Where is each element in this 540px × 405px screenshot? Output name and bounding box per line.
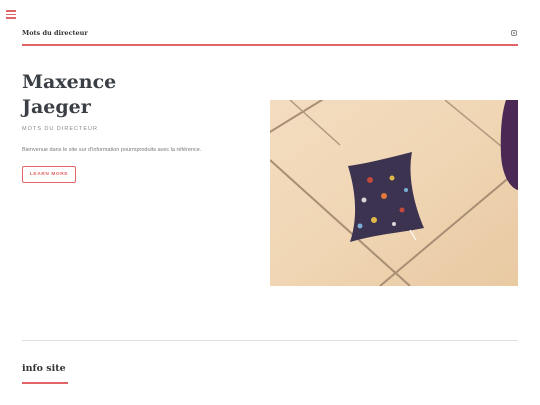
hero-name-last: Jaeger [22, 96, 91, 118]
section-divider [22, 340, 518, 341]
hero-heading: Maxence Jaeger [22, 70, 222, 120]
cushion-on-tiles-image [270, 100, 518, 286]
header-divider [22, 44, 518, 46]
site-title[interactable]: Mots du directeur [22, 29, 88, 37]
hero-name-first: Maxence [22, 71, 117, 93]
learn-more-button[interactable]: LEARN MORE [22, 166, 76, 183]
section-title: info site [22, 363, 66, 374]
hero-photo [270, 100, 518, 286]
hamburger-menu-icon[interactable] [6, 10, 16, 19]
hero-subtitle: MOTS DU DIRECTEUR [22, 126, 98, 132]
section-title-underline [22, 382, 68, 384]
instagram-icon[interactable] [511, 30, 517, 36]
hero-description: Bienvenue dans le site sur d'information… [22, 147, 202, 153]
